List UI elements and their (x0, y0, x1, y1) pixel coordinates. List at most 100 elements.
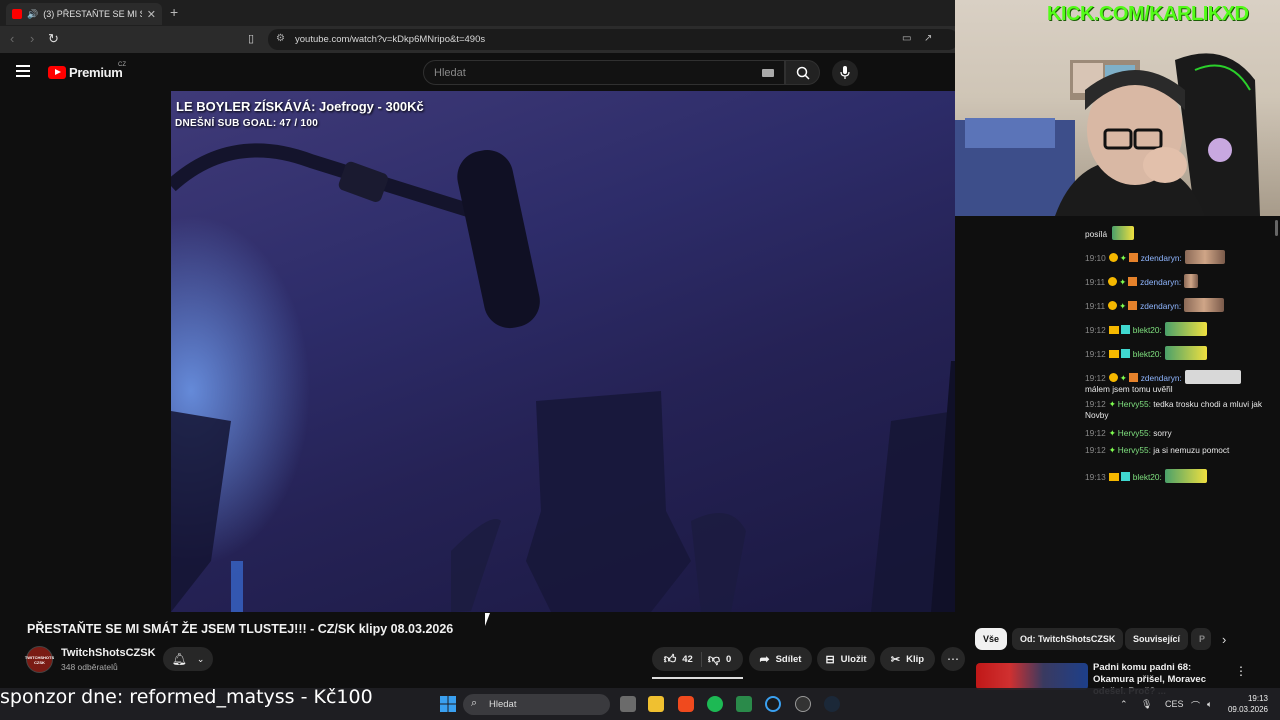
chat-username[interactable]: zdendaryn: (1141, 253, 1182, 263)
emote-icon (1164, 346, 1207, 360)
avatar-text: TWITCHSHOTS CZSK (24, 654, 55, 665)
chat-username[interactable]: zdendaryn: (1141, 373, 1182, 383)
reload-icon[interactable]: ↻ (48, 31, 59, 47)
chat-username[interactable]: zdendaryn: (1140, 301, 1181, 311)
brand-label[interactable]: Premium (69, 65, 123, 80)
windows-start-icon[interactable] (440, 696, 456, 712)
more-actions-button[interactable]: ⋯ (941, 647, 965, 671)
browser-tab-bar: 🔊 (3) PŘESTAŇTE SE MI SMÁT Ž ✕ + (0, 0, 955, 26)
chat-message: 19:11 ✦ zdendaryn: (1085, 298, 1275, 312)
chip-all[interactable]: Vše (975, 628, 1008, 650)
chat-scrollbar[interactable] (1275, 220, 1278, 236)
obs-icon[interactable] (795, 696, 811, 712)
donation-overlay: LE BOYLER ZÍSKÁVÁ: Joefrogy - 300Kč (176, 99, 424, 114)
chat-username[interactable]: blekt20: (1133, 472, 1162, 482)
star-badge-icon: ✦ (1119, 277, 1127, 287)
emote-icon (1164, 469, 1207, 483)
chat-message: 19:12 blekt20: (1085, 322, 1275, 336)
menu-icon[interactable] (16, 65, 30, 80)
star-badge-icon: ✦ (1119, 301, 1127, 311)
forward-icon[interactable]: › (30, 31, 34, 46)
tray-chevron-icon[interactable]: ⌃ (1120, 699, 1128, 710)
chat-timestamp: 19:10 (1085, 253, 1106, 263)
ccleaner-icon[interactable] (765, 696, 781, 712)
tab-title: (3) PŘESTAŇTE SE MI SMÁT Ž (43, 9, 142, 19)
system-clock[interactable]: 19:13 09.03.2026 (1222, 693, 1268, 715)
share-icon[interactable]: ↗ (924, 33, 932, 44)
share-label: Sdílet (775, 653, 802, 665)
chat-username[interactable]: blekt20: (1133, 349, 1162, 359)
star-badge-icon: ✦ (1119, 373, 1127, 383)
crown-badge-icon (1108, 350, 1119, 358)
file-explorer-icon[interactable] (648, 696, 664, 712)
chat-username[interactable]: zdendaryn: (1140, 277, 1181, 287)
browser-tab[interactable]: 🔊 (3) PŘESTAŇTE SE MI SMÁT Ž ✕ (6, 3, 162, 25)
clip-label: Klip (906, 653, 925, 665)
chip-from-channel[interactable]: Od: TwitchShotsCZSK (1012, 628, 1124, 650)
recommendation-thumbnail[interactable] (976, 663, 1088, 690)
crown-badge-icon (1108, 473, 1119, 481)
app-icon[interactable] (736, 696, 752, 712)
wifi-icon[interactable]: ⌒ (1191, 699, 1200, 712)
badge-icon (1108, 373, 1118, 382)
bookmark-icon[interactable]: ▯ (248, 32, 254, 45)
chat-text: málem jsem tomu uvěřil (1085, 384, 1173, 394)
brave-browser-icon[interactable] (678, 696, 694, 712)
site-settings-icon[interactable]: ⚙ (276, 33, 285, 44)
chat-message: 19:10 ✦ zdendaryn: (1085, 250, 1275, 264)
spotify-icon[interactable] (707, 696, 723, 712)
keyboard-icon[interactable] (762, 69, 774, 77)
chat-message: 19:12 ✦ Hervy55: sorry (1085, 428, 1275, 439)
url-field[interactable]: youtube.com/watch?v=kDkp6MNripo&t=490s (268, 29, 958, 50)
channel-avatar[interactable]: TWITCHSHOTS CZSK (24, 646, 55, 673)
save-bookmark-icon: ⊟ (825, 653, 835, 666)
dislike-button[interactable]: 👎︎ 0 (708, 652, 731, 667)
chat-message: 19:11 ✦ zdendaryn: (1085, 274, 1275, 288)
star-badge-icon: ✦ (1108, 428, 1116, 438)
clip-button[interactable]: ✂ Klip (880, 647, 935, 671)
volume-icon[interactable]: 🔈︎ (1207, 699, 1212, 710)
badge-icon (1108, 277, 1118, 286)
share-button[interactable]: ➦ Sdílet (749, 647, 812, 671)
steam-icon[interactable] (824, 696, 840, 712)
chat-username[interactable]: Hervy55: (1118, 399, 1151, 409)
chat-username[interactable]: Hervy55: (1118, 445, 1151, 455)
chevron-down-icon: ⌄ (196, 653, 205, 664)
voice-search-button[interactable] (832, 60, 858, 86)
recommendation-more-icon[interactable]: ⋮ (1235, 664, 1247, 678)
chat-text: ja si nemuzu pomoct (1153, 445, 1230, 455)
taskbar-search[interactable]: Hledat (463, 694, 610, 715)
chat-message: 19:12 ✦ zdendaryn: málem jsem tomu uvěřil (1085, 370, 1275, 395)
chip-partial[interactable]: P (1191, 628, 1211, 650)
search-input[interactable]: Hledat (423, 60, 785, 85)
like-button[interactable]: 👍︎ 42 (664, 651, 702, 667)
channel-name[interactable]: TwitchShotsCZSK (61, 647, 156, 659)
star-badge-icon: ✦ (1108, 445, 1116, 455)
chat-username[interactable]: Hervy55: (1118, 428, 1151, 438)
sponsor-overlay: sponzor dne: reformed_matyss - Kč100 (0, 686, 373, 708)
video-frame (171, 143, 955, 612)
chat-message: 19:12 ✦ Hervy55: tedka trosku chodi a mluv… (1085, 399, 1275, 421)
webcam-overlay: KICK.COM/KARLIKXD (955, 0, 1280, 216)
cast-icon[interactable]: ▭ (902, 33, 911, 44)
video-player[interactable]: LE BOYLER ZÍSKÁVÁ: Joefrogy - 300Kč DNEŠ… (171, 91, 955, 612)
save-button[interactable]: ⊟ Uložit (817, 647, 875, 671)
clock-date: 09.03.2026 (1227, 705, 1268, 714)
chat-username[interactable]: blekt20: (1133, 325, 1162, 335)
youtube-logo-icon[interactable] (48, 66, 66, 79)
emote-icon (1112, 226, 1135, 240)
task-view-icon[interactable] (620, 696, 636, 712)
search-button[interactable] (785, 60, 820, 85)
back-icon[interactable]: ‹ (10, 31, 14, 46)
close-tab-icon[interactable]: ✕ (147, 8, 156, 21)
taskbar-search-icon: ⌕ (471, 697, 478, 709)
tray-mic-icon[interactable]: 🎙︎ (1141, 699, 1152, 710)
chat-message: posílá (1085, 226, 1275, 240)
star-badge-icon: ✦ (1108, 399, 1116, 409)
language-indicator[interactable]: CES (1165, 699, 1184, 709)
notification-bell-button[interactable]: 🔔︎ ⌄ (163, 647, 213, 671)
chat-timestamp: 19:12 (1085, 325, 1106, 335)
new-tab-button[interactable]: + (170, 4, 178, 20)
chip-related[interactable]: Související (1125, 628, 1189, 650)
chevron-right-icon[interactable]: › (1222, 632, 1226, 647)
